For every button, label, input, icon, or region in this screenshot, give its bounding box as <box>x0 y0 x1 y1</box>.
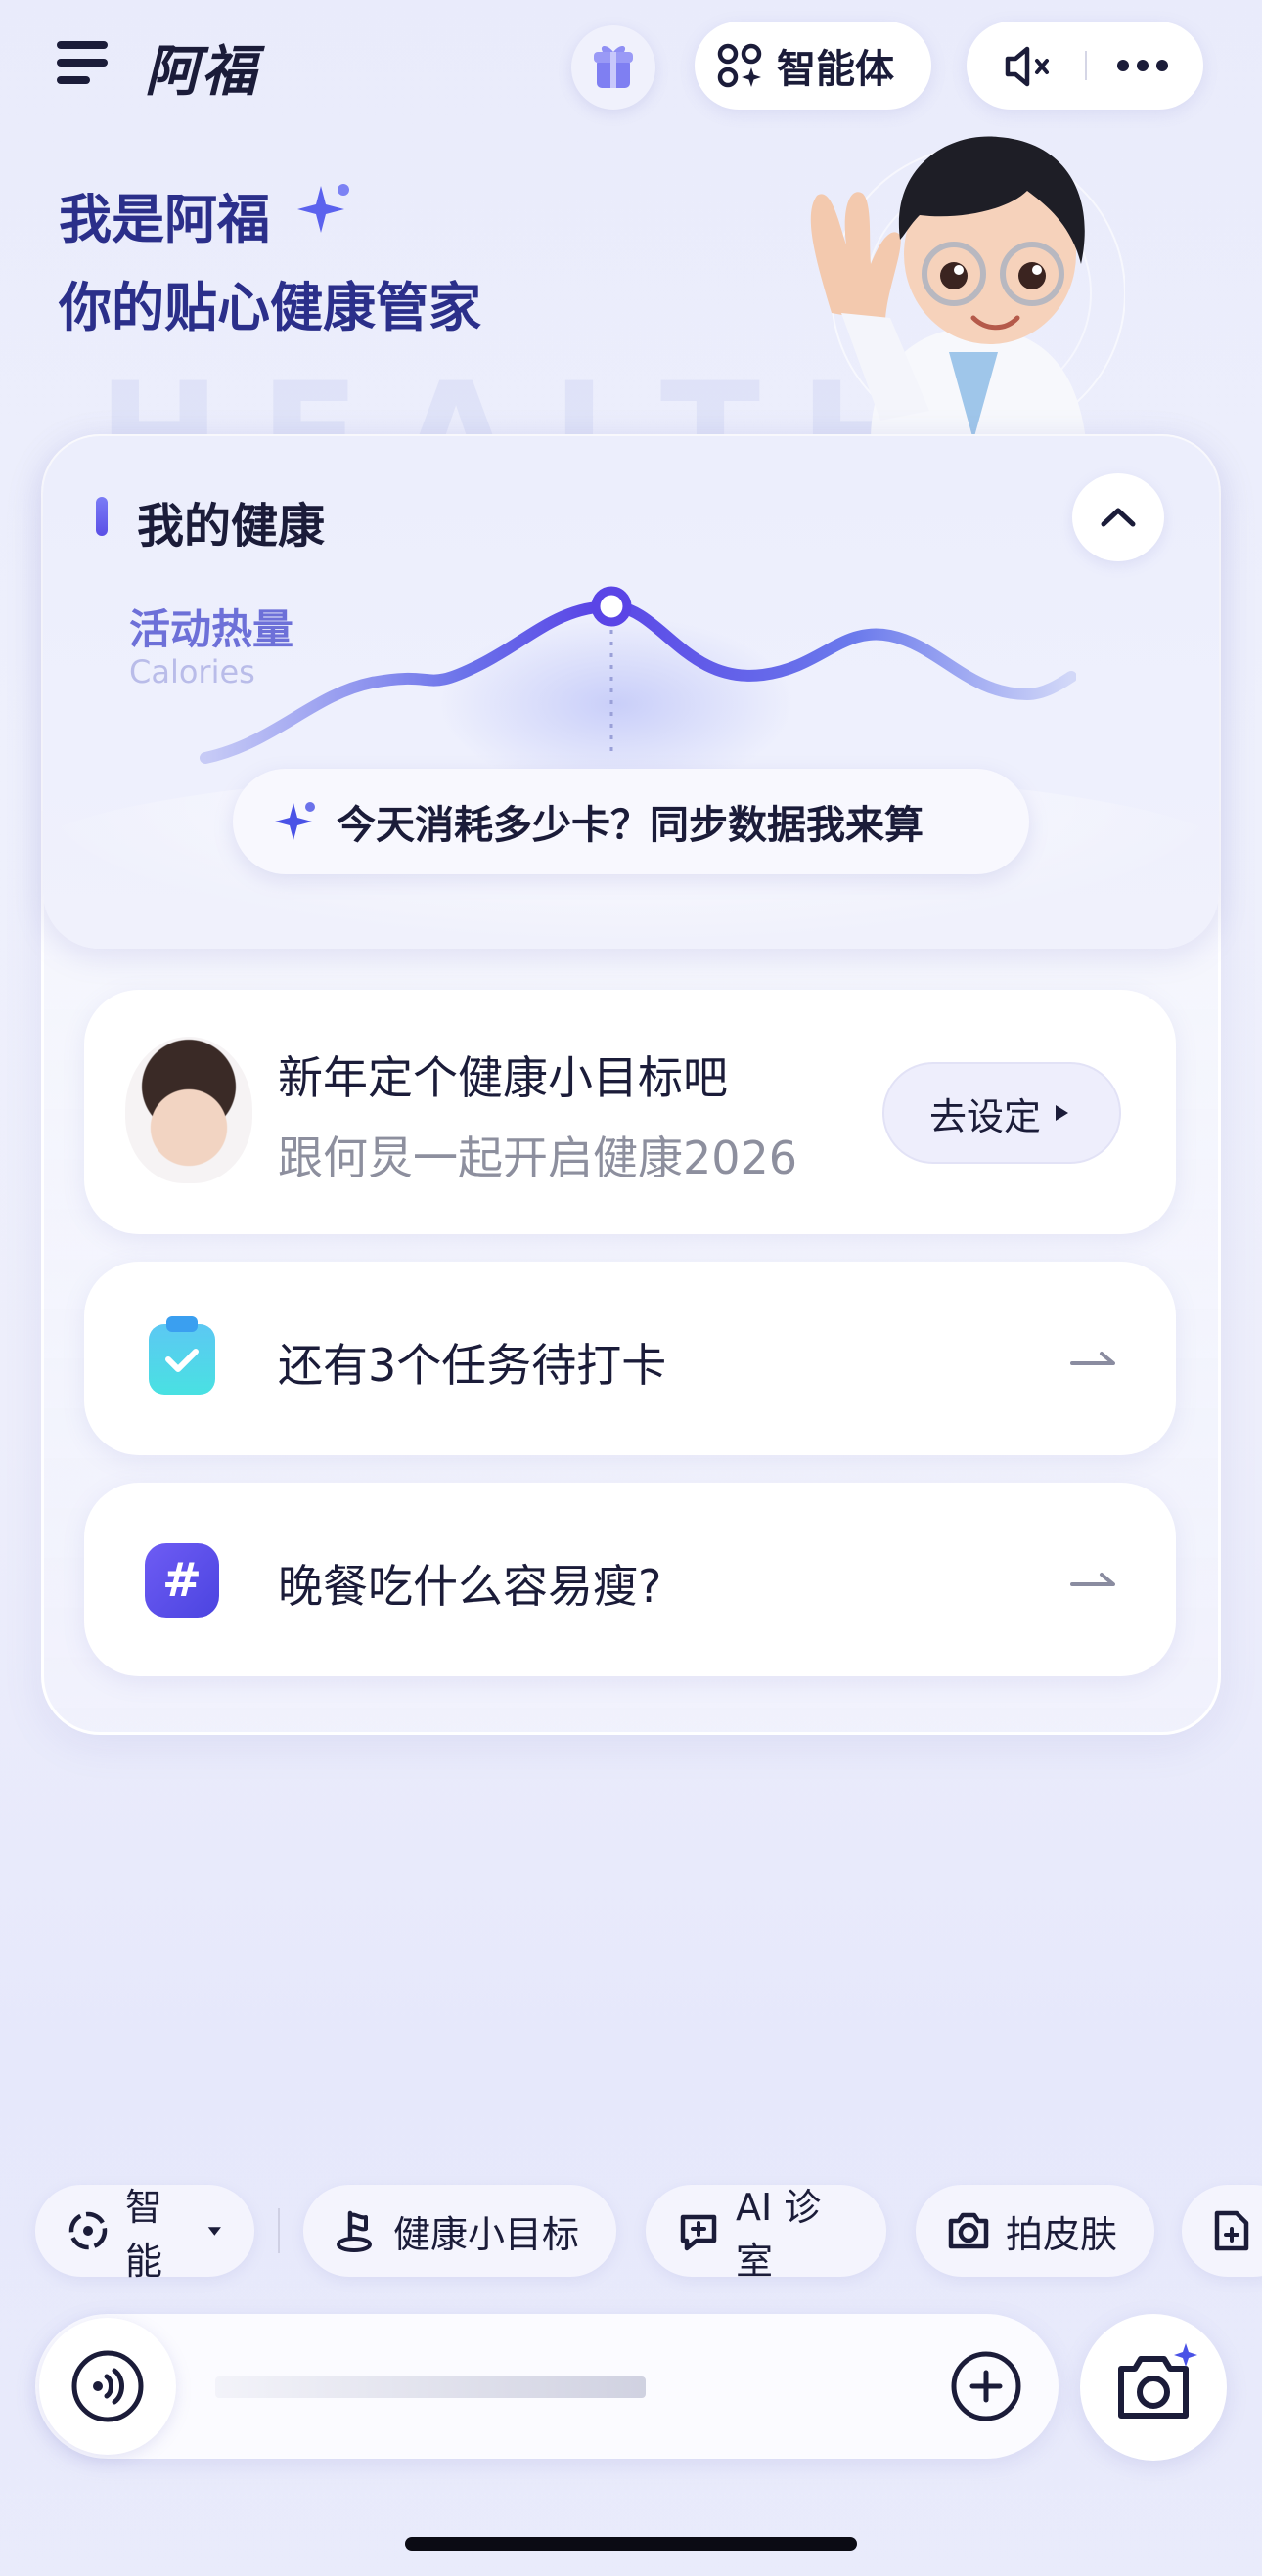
plus-circle-icon <box>951 2351 1021 2421</box>
set-goal-button[interactable]: 去设定 <box>882 1062 1121 1164</box>
health-goal-chip[interactable]: 健康小目标 <box>303 2185 616 2277</box>
voice-wave-icon <box>71 2350 144 2422</box>
skin-photo-chip[interactable]: 拍皮肤 <box>916 2185 1154 2277</box>
chat-plus-icon <box>680 2214 717 2251</box>
agent-button[interactable]: 智能体 <box>695 22 931 110</box>
app-title: 阿福 <box>145 40 258 104</box>
agent-label: 智能体 <box>777 47 894 92</box>
celebrity-avatar <box>125 1037 252 1183</box>
section-accent-bar <box>96 497 108 536</box>
menu-icon[interactable] <box>57 39 108 86</box>
calorie-wave-chart <box>200 586 1076 782</box>
camera-icon <box>948 2212 989 2249</box>
ask-prompt-text: 今天消耗多少卡？同步数据我来算 <box>337 803 924 848</box>
skin-photo-label: 拍皮肤 <box>1006 2212 1118 2256</box>
mute-icon[interactable] <box>1002 45 1057 88</box>
camera-sparkle-icon <box>1118 2343 1197 2419</box>
ai-clinic-chip[interactable]: AI 诊室 <box>646 2185 886 2283</box>
pill-divider <box>1085 51 1087 80</box>
ask-calories-prompt[interactable]: 今天消耗多少卡？同步数据我来算 <box>233 769 1029 874</box>
chat-input[interactable] <box>215 2376 646 2398</box>
smart-mode-chip[interactable]: 智能 <box>35 2185 254 2283</box>
arrow-right-icon <box>1070 1352 1115 1365</box>
caret-down-icon <box>208 2227 222 2236</box>
collapse-button[interactable] <box>1072 473 1164 561</box>
smart-mode-icon <box>68 2211 108 2250</box>
sound-more-pill <box>967 22 1203 110</box>
sparkle-icon <box>297 184 349 233</box>
report-chip-partial[interactable] <box>1182 2185 1262 2277</box>
more-icon[interactable] <box>1115 57 1170 74</box>
gift-icon <box>594 45 633 88</box>
pending-tasks-text: 还有3个任务待打卡 <box>278 1339 667 1392</box>
chip-divider <box>278 2208 280 2253</box>
play-triangle-icon <box>1056 1105 1068 1121</box>
smart-mode-label: 智能 <box>125 2186 163 2283</box>
topic-question-text: 晚餐吃什么容易瘦? <box>278 1560 662 1613</box>
my-health-title: 我的健康 <box>137 499 326 554</box>
clipboard-check-icon <box>149 1316 215 1395</box>
hashtag-icon: # <box>145 1543 219 1618</box>
goal-icon <box>337 2210 372 2252</box>
health-goal-label: 健康小目标 <box>393 2212 580 2256</box>
voice-input-button[interactable] <box>39 2318 176 2455</box>
agent-grid-icon <box>717 43 762 88</box>
greeting-line-1: 我是阿福 <box>59 189 270 250</box>
set-goal-label: 去设定 <box>928 1094 1041 1138</box>
attach-button[interactable] <box>947 2347 1025 2425</box>
doctor-mascot-avatar <box>810 136 1125 440</box>
home-indicator <box>405 2537 857 2551</box>
camera-button[interactable] <box>1080 2314 1227 2461</box>
arrow-right-icon <box>1070 1573 1115 1586</box>
goal-card-subtitle: 跟何炅一起开启健康2026 <box>278 1132 798 1184</box>
chevron-up-icon <box>1101 508 1136 527</box>
goal-card-title: 新年定个健康小目标吧 <box>278 1051 728 1104</box>
peak-marker <box>591 586 632 627</box>
greeting-line-2: 你的贴心健康管家 <box>59 277 481 338</box>
document-plus-icon <box>1214 2210 1249 2251</box>
sparkle-icon <box>275 802 315 840</box>
ai-clinic-label: AI 诊室 <box>736 2186 822 2283</box>
gift-button[interactable] <box>571 25 655 110</box>
